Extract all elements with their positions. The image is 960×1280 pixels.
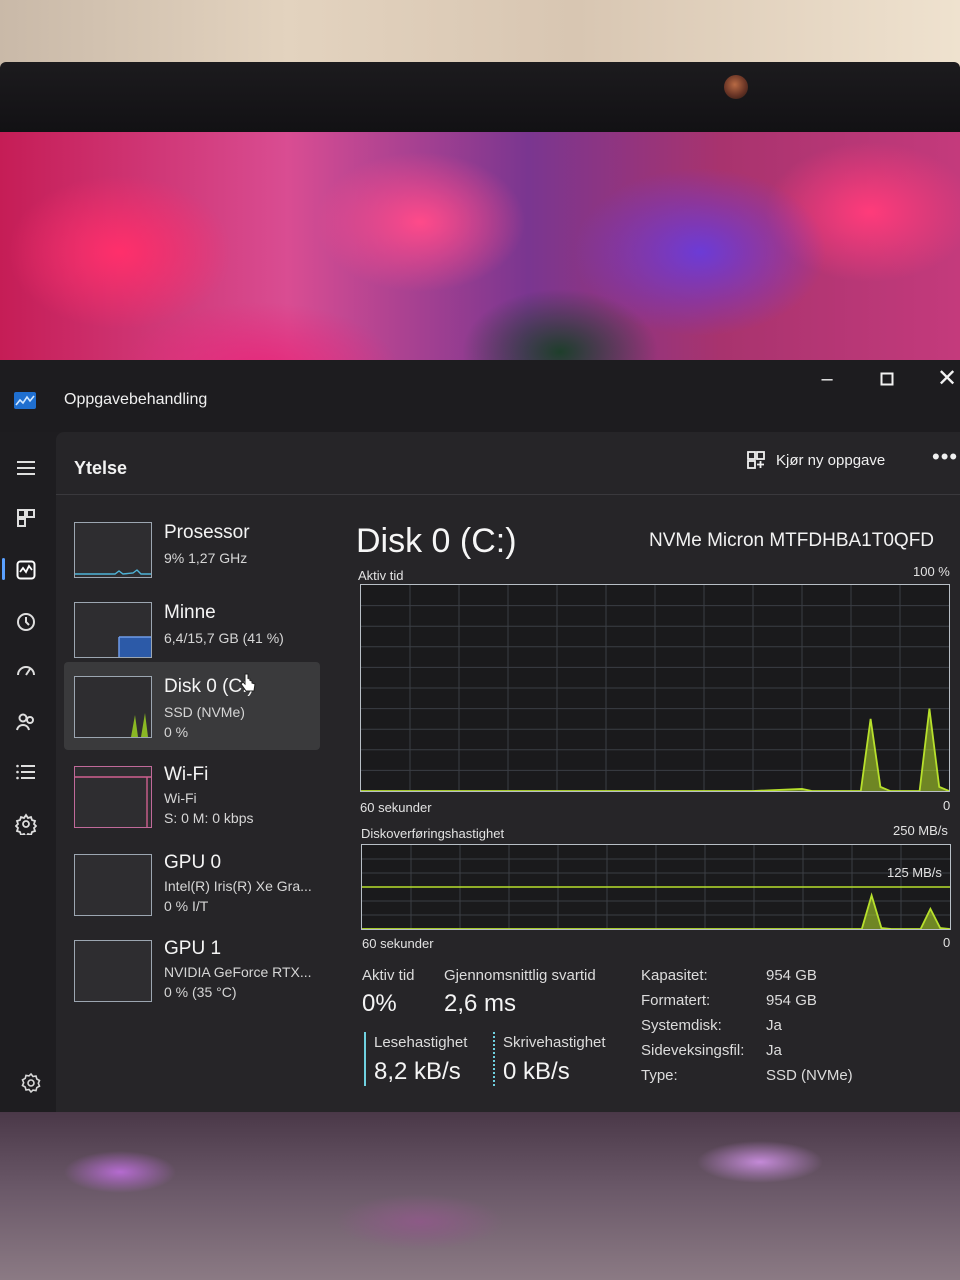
formatted-label: Formatert: — [641, 992, 711, 1009]
performance-icon[interactable] — [12, 556, 40, 584]
capacity-label: Kapasitet: — [641, 967, 708, 984]
transfer-chart-label: Diskoverføringshastighet — [361, 826, 505, 841]
app-history-icon[interactable] — [12, 608, 40, 636]
device-detail: Intel(R) Iris(R) Xe Gra... — [164, 878, 312, 894]
header-divider — [56, 494, 960, 495]
response-time-label: Gjennomsnittlig svartid — [444, 967, 596, 984]
processor-thumbnail — [74, 522, 152, 578]
gpu1-thumbnail — [74, 940, 152, 1002]
device-item-wifi[interactable]: Wi-Fi Wi-Fi S: 0 M: 0 kbps — [64, 758, 320, 846]
capacity-value: 954 GB — [766, 967, 817, 984]
disk-title: Disk 0 (C:) — [356, 522, 517, 560]
device-usage: 0 % I/T — [164, 898, 209, 914]
desk-surface — [0, 1112, 960, 1280]
device-item-gpu1[interactable]: GPU 1 NVIDIA GeForce RTX... 0 % (35 °C) — [64, 932, 320, 1020]
device-name: GPU 1 — [164, 938, 222, 959]
transfer-chart: 125 MB/s — [361, 844, 951, 930]
response-time-value: 2,6 ms — [444, 990, 517, 1017]
device-item-disk[interactable]: Disk 0 (C:) SSD (NVMe) 0 % — [64, 662, 320, 750]
device-detail: SSD (NVMe) — [164, 704, 245, 720]
maximize-button[interactable] — [872, 364, 902, 394]
performance-panel: Ytelse Kjør ny oppgave ••• Prosessor 9% … — [56, 432, 960, 1112]
system-disk-value: Ja — [766, 1017, 782, 1034]
active-time-x-label: 60 sekunder — [360, 800, 432, 815]
write-speed-label: Skrivehastighet — [503, 1034, 606, 1051]
more-options-button[interactable]: ••• — [932, 444, 958, 470]
task-manager-app-icon — [14, 392, 36, 409]
minimize-button[interactable]: – — [812, 364, 842, 394]
active-time-stat-label: Aktiv tid — [362, 967, 415, 984]
system-disk-label: Systemdisk: — [641, 1017, 722, 1034]
transfer-x-label: 60 sekunder — [362, 936, 434, 951]
title-bar: Oppgavebehandling – ✕ — [0, 360, 960, 432]
device-usage: 0 % — [164, 724, 189, 740]
device-item-gpu0[interactable]: GPU 0 Intel(R) Iris(R) Xe Gra... 0 % I/T — [64, 846, 320, 934]
window-title: Oppgavebehandling — [64, 391, 208, 408]
device-name: Wi-Fi — [164, 764, 209, 785]
formatted-value: 954 GB — [766, 992, 817, 1009]
hand-cursor-icon — [240, 673, 256, 693]
read-speed-value: 8,2 kB/s — [374, 1058, 461, 1085]
transfer-plot — [362, 845, 951, 930]
device-detail: 9% 1,27 GHz — [164, 550, 248, 566]
page-file-label: Sideveksingsfil: — [641, 1042, 745, 1059]
disk-thumbnail — [74, 676, 152, 738]
device-name: GPU 0 — [164, 852, 222, 873]
memory-thumbnail — [74, 602, 152, 658]
gpu0-thumbnail — [74, 854, 152, 916]
page-file-value: Ja — [766, 1042, 782, 1059]
menu-icon[interactable] — [12, 454, 40, 482]
transfer-min-label: 0 — [943, 935, 951, 950]
run-new-task-button[interactable]: Kjør ny oppgave — [746, 447, 885, 473]
device-usage: S: 0 M: 0 kbps — [164, 810, 254, 826]
run-task-label: Kjør ny oppgave — [776, 451, 886, 469]
active-time-chart — [360, 584, 950, 792]
type-label: Type: — [641, 1067, 678, 1084]
transfer-mid-label: 125 MB/s — [887, 865, 942, 880]
transfer-max-label: 250 MB/s — [893, 823, 948, 838]
startup-icon[interactable] — [12, 658, 40, 686]
device-item-processor[interactable]: Prosessor 9% 1,27 GHz — [64, 510, 320, 598]
desktop-wallpaper — [0, 132, 960, 382]
type-value: SSD (NVMe) — [766, 1067, 853, 1084]
device-name: Prosessor — [164, 522, 250, 543]
write-speed-indicator — [493, 1032, 495, 1086]
active-time-plot — [361, 585, 950, 792]
settings-icon[interactable] — [20, 1072, 42, 1094]
laptop-bezel — [0, 62, 960, 140]
read-speed-indicator — [364, 1032, 366, 1086]
webcam — [724, 75, 748, 99]
device-detail: 6,4/15,7 GB (41 %) — [164, 630, 284, 646]
active-nav-indicator — [2, 558, 5, 580]
wifi-thumbnail — [74, 766, 152, 828]
write-speed-value: 0 kB/s — [503, 1058, 570, 1085]
active-time-chart-label: Aktiv tid — [358, 568, 404, 583]
users-icon[interactable] — [12, 708, 40, 736]
device-name: Minne — [164, 602, 216, 623]
device-usage: 0 % (35 °C) — [164, 984, 237, 1000]
disk-model: NVMe Micron MTFDHBA1T0QFD — [649, 530, 935, 551]
run-task-icon — [747, 451, 765, 469]
task-manager-window: Oppgavebehandling – ✕ Ytelse Kjør ny opp… — [0, 360, 960, 1112]
active-time-min-label: 0 — [943, 798, 951, 813]
details-icon[interactable] — [12, 758, 40, 786]
active-time-max-label: 100 % — [913, 564, 950, 579]
read-speed-label: Lesehastighet — [374, 1034, 468, 1051]
processes-icon[interactable] — [12, 504, 40, 532]
active-time-stat-value: 0% — [362, 990, 397, 1017]
services-icon[interactable] — [12, 810, 40, 838]
close-button[interactable]: ✕ — [932, 364, 960, 394]
section-title: Ytelse — [74, 458, 128, 478]
device-detail: Wi-Fi — [164, 790, 197, 806]
device-detail: NVIDIA GeForce RTX... — [164, 964, 312, 980]
